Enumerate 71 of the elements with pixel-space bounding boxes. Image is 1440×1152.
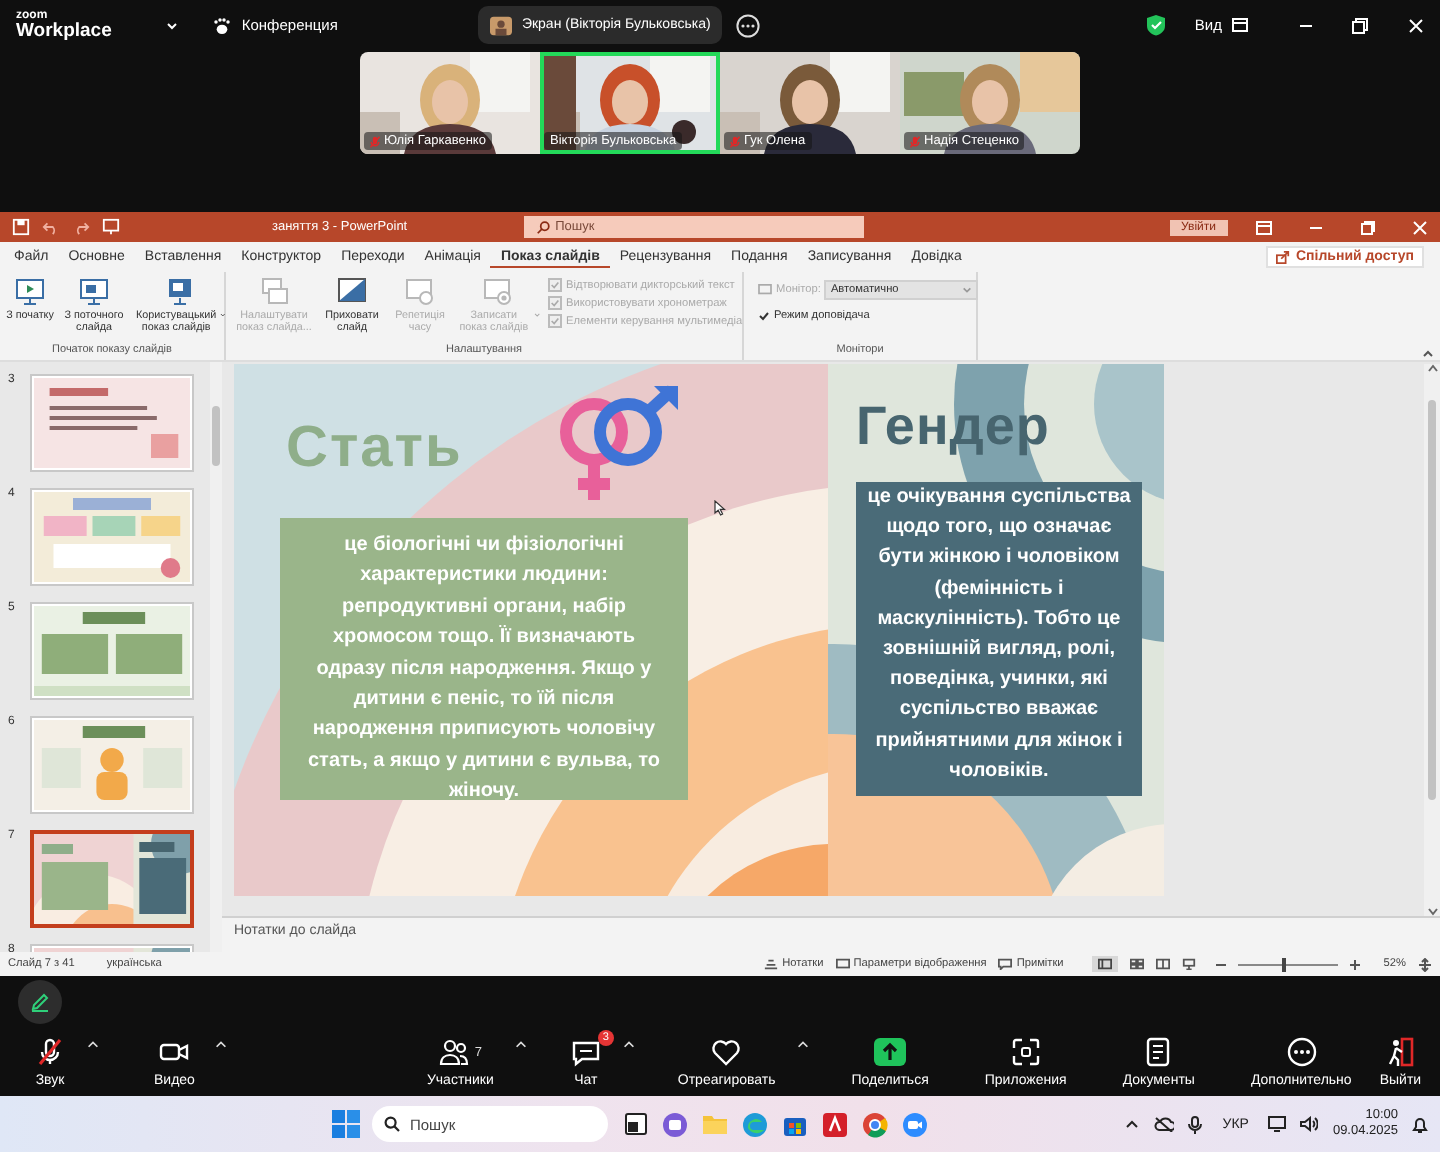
screen-thumbnail-icon <box>489 15 512 35</box>
ribbon-display-icon[interactable] <box>1256 219 1272 235</box>
scrollbar[interactable] <box>1424 364 1440 916</box>
slide-thumbnail[interactable] <box>30 374 194 472</box>
slide-thumbnail[interactable] <box>30 716 194 814</box>
slide-thumbnail[interactable] <box>30 488 194 586</box>
zoom-slider-thumb[interactable] <box>1282 957 1287 971</box>
undo-icon[interactable] <box>42 218 60 236</box>
search-icon <box>384 1116 400 1132</box>
security-shield-icon[interactable] <box>1146 14 1167 36</box>
mouse-cursor-icon <box>714 500 726 516</box>
caret-up-icon[interactable] <box>214 1038 229 1052</box>
slide-thumbnail[interactable] <box>30 602 194 700</box>
checkbox[interactable] <box>758 310 770 322</box>
monitor-icon <box>835 958 850 970</box>
video-app-icon[interactable] <box>902 1111 928 1137</box>
restore-icon[interactable] <box>1352 17 1368 33</box>
caret-up-icon[interactable] <box>795 1038 810 1052</box>
definition-text: це біологічні чи фізіологічні характеристики людини: репродуктивні органи, набір хромосом тощо. Її визначають одразу після народження. Якщо у дитини є пеніс, то їй після народження приписують чоловічу стать, а якщо у дитини є вульва, то жіночу. <box>280 518 688 800</box>
comment-icon <box>998 958 1013 970</box>
browser-icon[interactable] <box>862 1111 888 1137</box>
slideshow-icon[interactable] <box>1181 958 1196 970</box>
paw-icon[interactable] <box>211 15 232 35</box>
normal-view-icon[interactable] <box>1097 958 1112 970</box>
collapse-ribbon-icon[interactable] <box>1422 348 1434 358</box>
cloud-off-icon[interactable] <box>1154 1116 1175 1132</box>
microphone-icon[interactable] <box>1188 1115 1203 1133</box>
notification-bell-icon[interactable] <box>1412 1115 1428 1133</box>
pencil-icon <box>30 992 50 1012</box>
notes-icon <box>764 958 779 970</box>
chat-icon[interactable] <box>569 1036 602 1068</box>
chevron-down-icon[interactable] <box>163 17 180 33</box>
app-logo-text: Workplace <box>16 21 112 41</box>
document-icon[interactable] <box>1142 1036 1175 1068</box>
volume-icon[interactable] <box>1300 1116 1319 1132</box>
fit-slide-icon[interactable] <box>1418 957 1432 971</box>
caret-up-icon[interactable] <box>513 1038 528 1052</box>
redo-icon[interactable] <box>72 218 90 236</box>
scroll-down-icon[interactable] <box>1427 908 1437 916</box>
chat-app-icon[interactable] <box>662 1111 688 1137</box>
slide-thumbnail[interactable] <box>30 830 194 928</box>
share-screen-icon[interactable] <box>872 1036 909 1068</box>
zoom-out-icon[interactable] <box>1215 959 1226 969</box>
slideshow-icon[interactable] <box>102 218 120 236</box>
zoom-in-icon[interactable] <box>1349 959 1360 969</box>
caret-down-icon <box>962 286 972 294</box>
share-icon <box>1275 250 1290 264</box>
reading-view-icon[interactable] <box>1155 958 1170 970</box>
app-icon[interactable] <box>624 1112 648 1136</box>
definition-text: це очікування суспільства щодо того, що означає бути жінкою і чоловіком (фемінність і маскулінність). Тобто це зовнішній вигляд, ролі, поведінка, учинки, які суспільство вважає прийнятними для жінок і чоловіків. <box>856 482 1142 796</box>
chevron-up-icon[interactable] <box>1124 1116 1141 1132</box>
slide-title: Стать <box>286 416 463 482</box>
apps-icon[interactable] <box>1009 1036 1042 1068</box>
annotate-button[interactable] <box>18 980 62 1024</box>
scroll-up-icon[interactable] <box>1427 364 1437 372</box>
caret-up-icon[interactable] <box>86 1038 100 1052</box>
monitor-icon <box>758 284 772 296</box>
caret-up-icon[interactable] <box>621 1038 636 1052</box>
heart-icon[interactable] <box>710 1036 743 1068</box>
save-icon[interactable] <box>12 218 30 236</box>
muted-microphone-icon[interactable] <box>34 1036 66 1068</box>
participants-icon[interactable] <box>438 1036 471 1068</box>
exit-door-icon[interactable] <box>1384 1036 1417 1068</box>
slide-sorter-icon[interactable] <box>1129 958 1144 970</box>
search-icon <box>535 220 550 234</box>
network-icon[interactable] <box>1268 1116 1287 1132</box>
start-icon[interactable] <box>332 1110 360 1138</box>
scrollbar[interactable] <box>210 362 222 952</box>
grid-view-icon[interactable] <box>1232 18 1248 32</box>
close-icon[interactable] <box>1408 17 1424 33</box>
more-icon[interactable] <box>736 13 761 37</box>
